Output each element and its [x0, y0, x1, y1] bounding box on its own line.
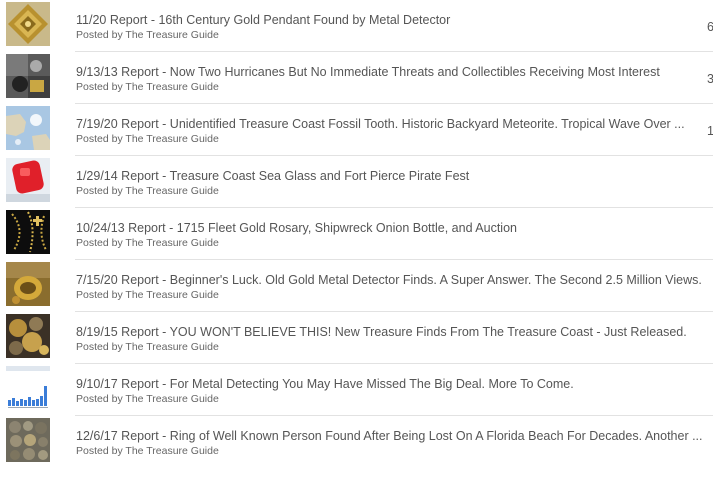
post-title[interactable]: 7/19/20 Report - Unidentified Treasure C…: [76, 116, 706, 132]
gold-pendant-thumbnail[interactable]: [6, 2, 50, 46]
post-list: 11/20 Report - 16th Century Gold Pendant…: [0, 0, 713, 468]
post-byline: Posted by The Treasure Guide: [76, 289, 219, 301]
weather-map-image: [6, 106, 50, 150]
post-title[interactable]: 10/24/13 Report - 1715 Fleet Gold Rosary…: [76, 220, 706, 236]
stats-chart-thumbnail[interactable]: [6, 366, 50, 410]
post-byline: Posted by The Treasure Guide: [76, 133, 219, 145]
weather-map-thumbnail[interactable]: [6, 106, 50, 150]
list-item[interactable]: 11/20 Report - 16th Century Gold Pendant…: [0, 0, 713, 52]
post-title[interactable]: 1/29/14 Report - Treasure Coast Sea Glas…: [76, 168, 706, 184]
post-byline: Posted by The Treasure Guide: [76, 445, 219, 457]
collectibles-thumbnail[interactable]: [6, 54, 50, 98]
gold-ring-thumbnail[interactable]: [6, 262, 50, 306]
sea-glass-thumbnail[interactable]: [6, 158, 50, 202]
post-byline: Posted by The Treasure Guide: [76, 185, 219, 197]
comment-count: 6: [707, 20, 713, 34]
stats-chart-image: [6, 366, 50, 410]
post-byline: Posted by The Treasure Guide: [76, 29, 219, 41]
comment-count: 3: [707, 72, 713, 86]
post-title[interactable]: 9/13/13 Report - Now Two Hurricanes But …: [76, 64, 706, 80]
treasure-finds-image: [6, 314, 50, 358]
gold-ring-image: [6, 262, 50, 306]
coins-thumbnail[interactable]: [6, 418, 50, 462]
comment-count: 1: [707, 124, 713, 138]
post-title[interactable]: 12/6/17 Report - Ring of Well Known Pers…: [76, 428, 706, 444]
list-item[interactable]: 7/15/20 Report - Beginner's Luck. Old Go…: [0, 260, 713, 312]
list-item[interactable]: 7/19/20 Report - Unidentified Treasure C…: [0, 104, 713, 156]
list-item[interactable]: 9/13/13 Report - Now Two Hurricanes But …: [0, 52, 713, 104]
post-byline: Posted by The Treasure Guide: [76, 237, 219, 249]
gold-rosary-thumbnail[interactable]: [6, 210, 50, 254]
collectibles-image: [6, 54, 50, 98]
post-title[interactable]: 9/10/17 Report - For Metal Detecting You…: [76, 376, 706, 392]
post-byline: Posted by The Treasure Guide: [76, 341, 219, 353]
post-title[interactable]: 11/20 Report - 16th Century Gold Pendant…: [76, 12, 706, 28]
list-item[interactable]: 10/24/13 Report - 1715 Fleet Gold Rosary…: [0, 208, 713, 260]
post-title[interactable]: 8/19/15 Report - YOU WON'T BELIEVE THIS!…: [76, 324, 706, 340]
list-item[interactable]: 9/10/17 Report - For Metal Detecting You…: [0, 364, 713, 416]
list-item[interactable]: 8/19/15 Report - YOU WON'T BELIEVE THIS!…: [0, 312, 713, 364]
post-title[interactable]: 7/15/20 Report - Beginner's Luck. Old Go…: [76, 272, 706, 288]
sea-glass-image: [6, 158, 50, 202]
gold-pendant-image: [6, 2, 50, 46]
gold-rosary-image: [6, 210, 50, 254]
list-item[interactable]: 12/6/17 Report - Ring of Well Known Pers…: [0, 416, 713, 468]
coins-image: [6, 418, 50, 462]
post-byline: Posted by The Treasure Guide: [76, 81, 219, 93]
treasure-finds-thumbnail[interactable]: [6, 314, 50, 358]
post-byline: Posted by The Treasure Guide: [76, 393, 219, 405]
list-item[interactable]: 1/29/14 Report - Treasure Coast Sea Glas…: [0, 156, 713, 208]
